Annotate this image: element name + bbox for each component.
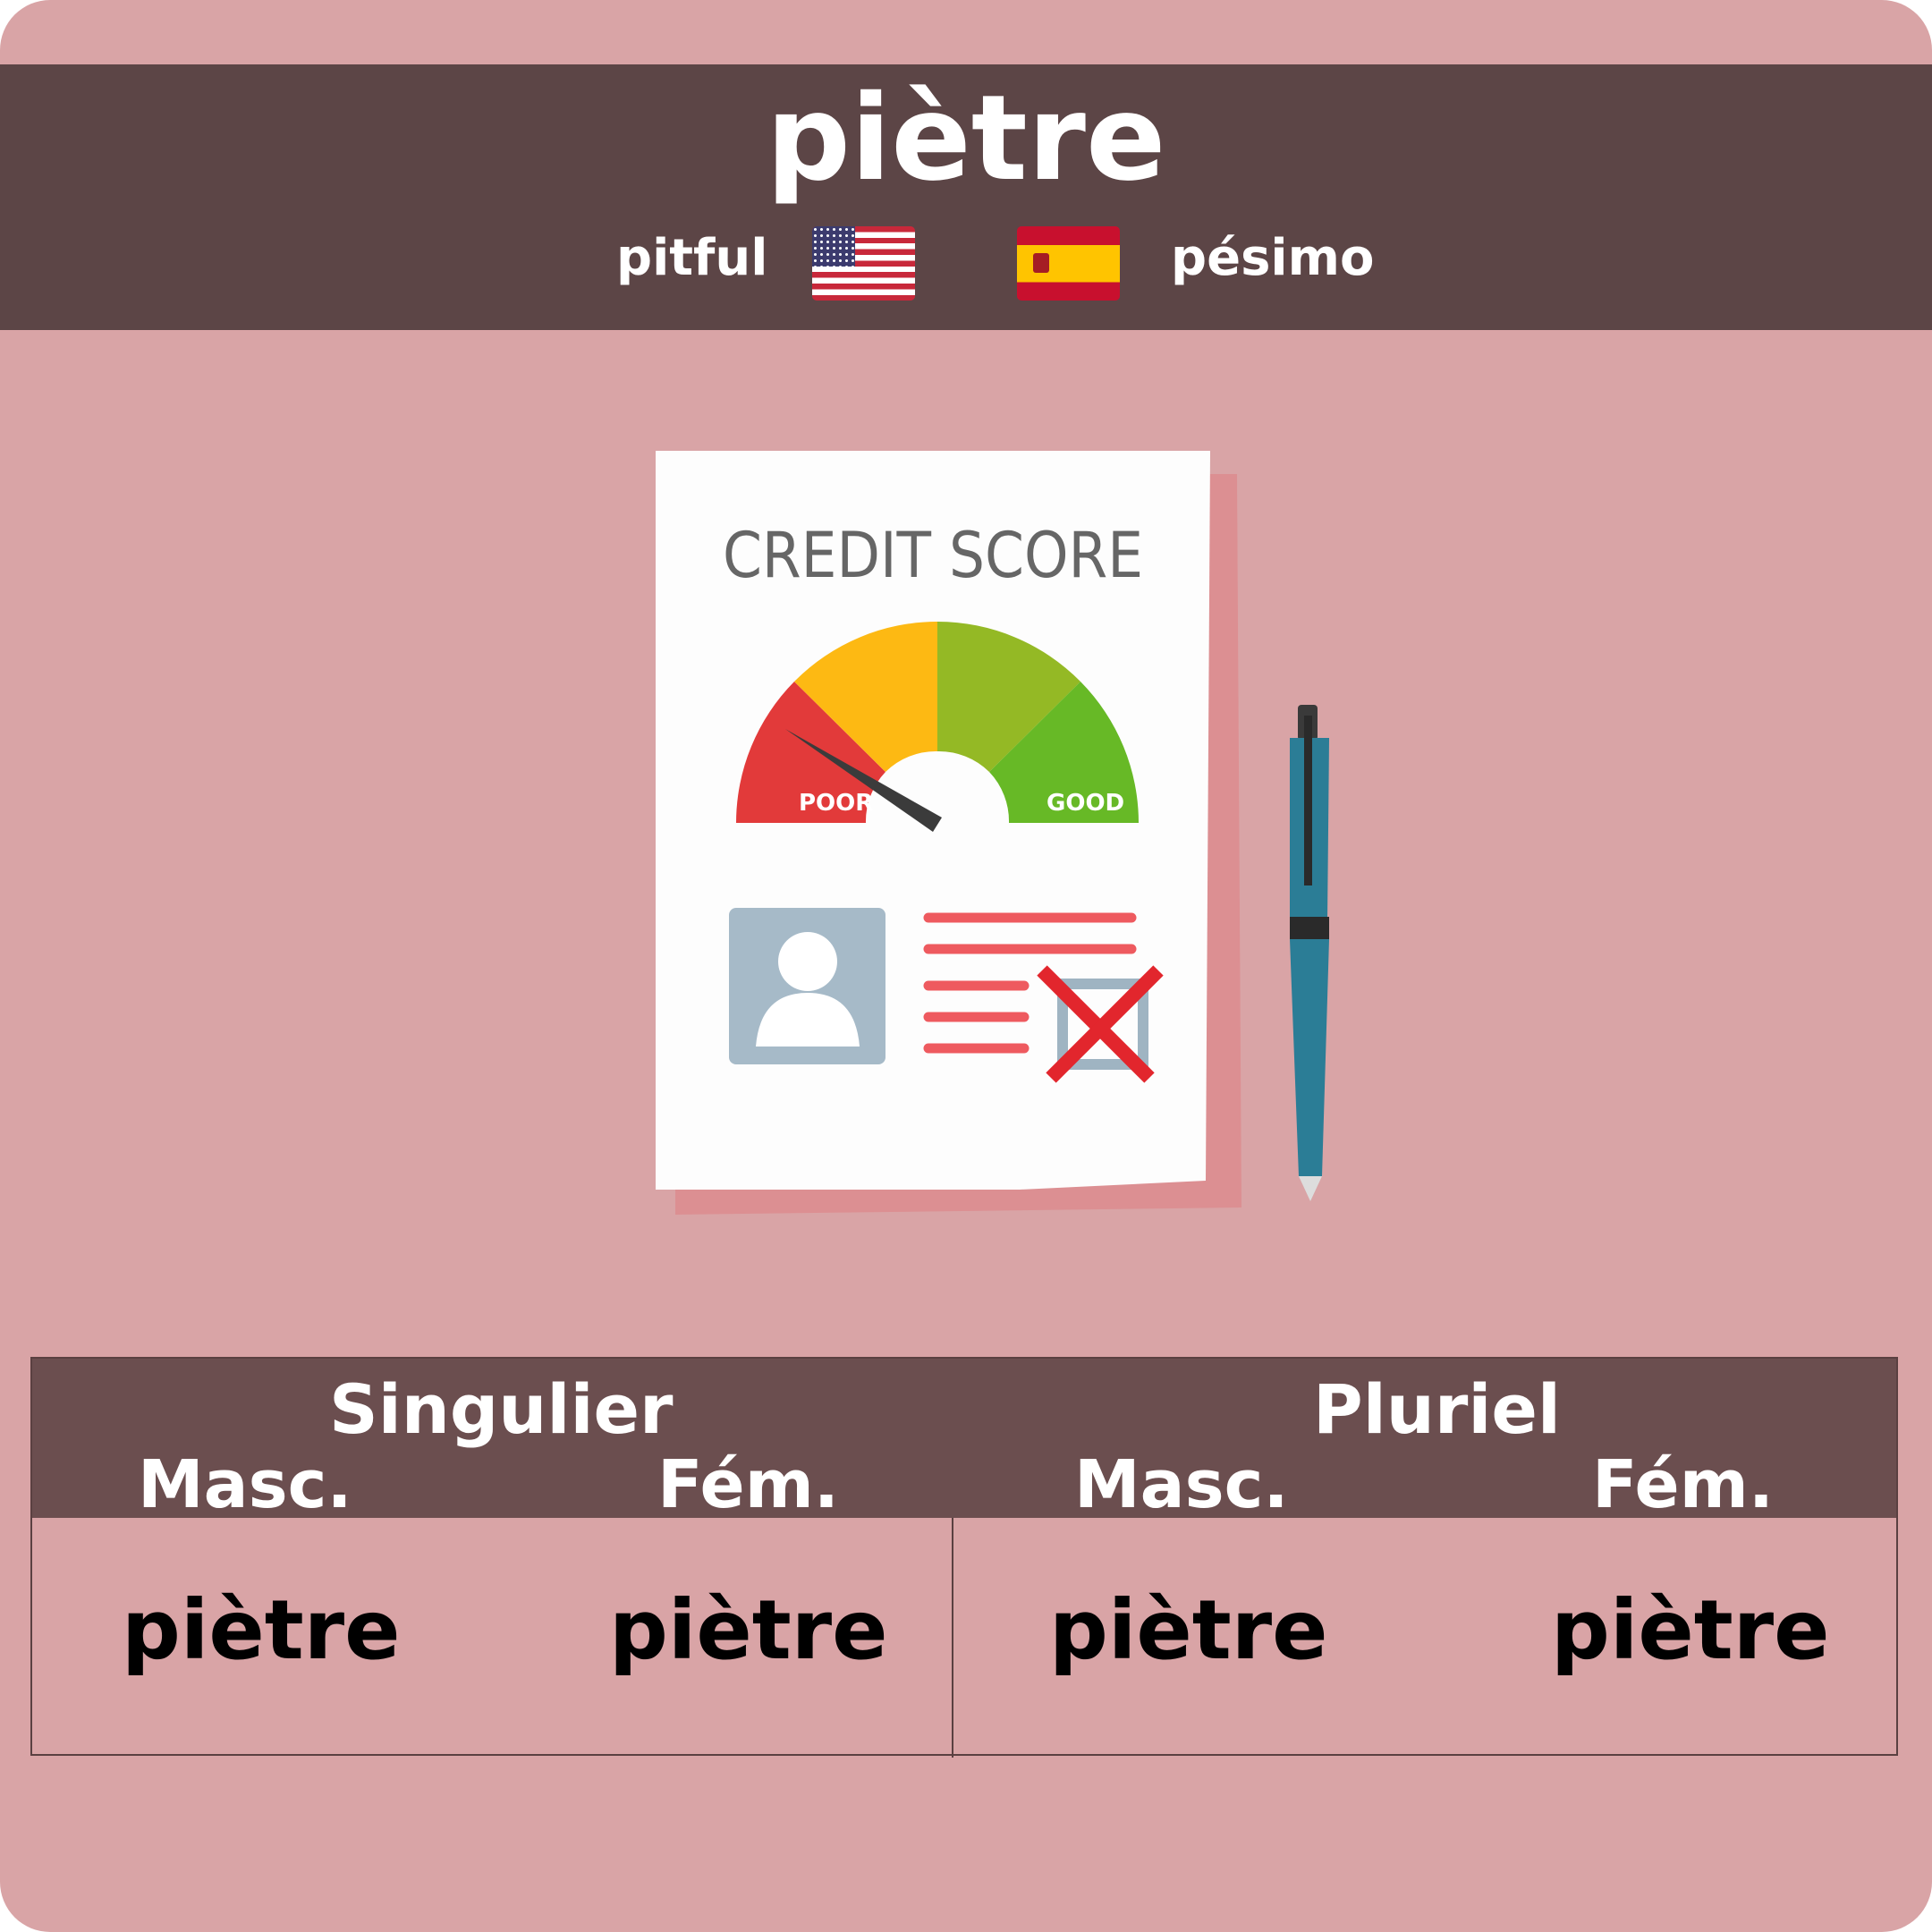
singular-masc-header: Masc. [138,1446,352,1523]
flashcard: piètre pitful pésimo CREDIT SCORE POOR G… [0,0,1932,1932]
person-icon [778,932,837,991]
plural-fem-cell: piètre [1551,1582,1830,1678]
word-title: piètre [766,70,1166,208]
singular-fem-cell: piètre [609,1582,888,1678]
us-flag-icon [812,226,915,301]
plural-fem-header: Fém. [1592,1446,1774,1523]
inflection-table: Singulier Pluriel Masc. Fém. Masc. Fém. … [30,1357,1898,1758]
pen-icon [1290,705,1329,1201]
singular-masc-cell: piètre [122,1582,401,1678]
credit-score-heading: CREDIT SCORE [723,519,1143,592]
gauge-poor-label: POOR [799,790,873,817]
plural-masc-header: Masc. [1074,1446,1289,1523]
singular-header: Singulier [329,1369,674,1449]
spanish-translation: pésimo [1171,229,1375,287]
english-translation: pitful [616,229,768,287]
column-divider [952,1518,953,1758]
plural-header: Pluriel [1313,1369,1561,1449]
gauge-good-label: GOOD [1046,790,1124,817]
credit-score-illustration: CREDIT SCORE POOR GOOD [656,451,1329,1215]
spain-flag-icon [1017,226,1120,301]
singular-fem-header: Fém. [657,1446,839,1523]
plural-masc-cell: piètre [1049,1582,1328,1678]
